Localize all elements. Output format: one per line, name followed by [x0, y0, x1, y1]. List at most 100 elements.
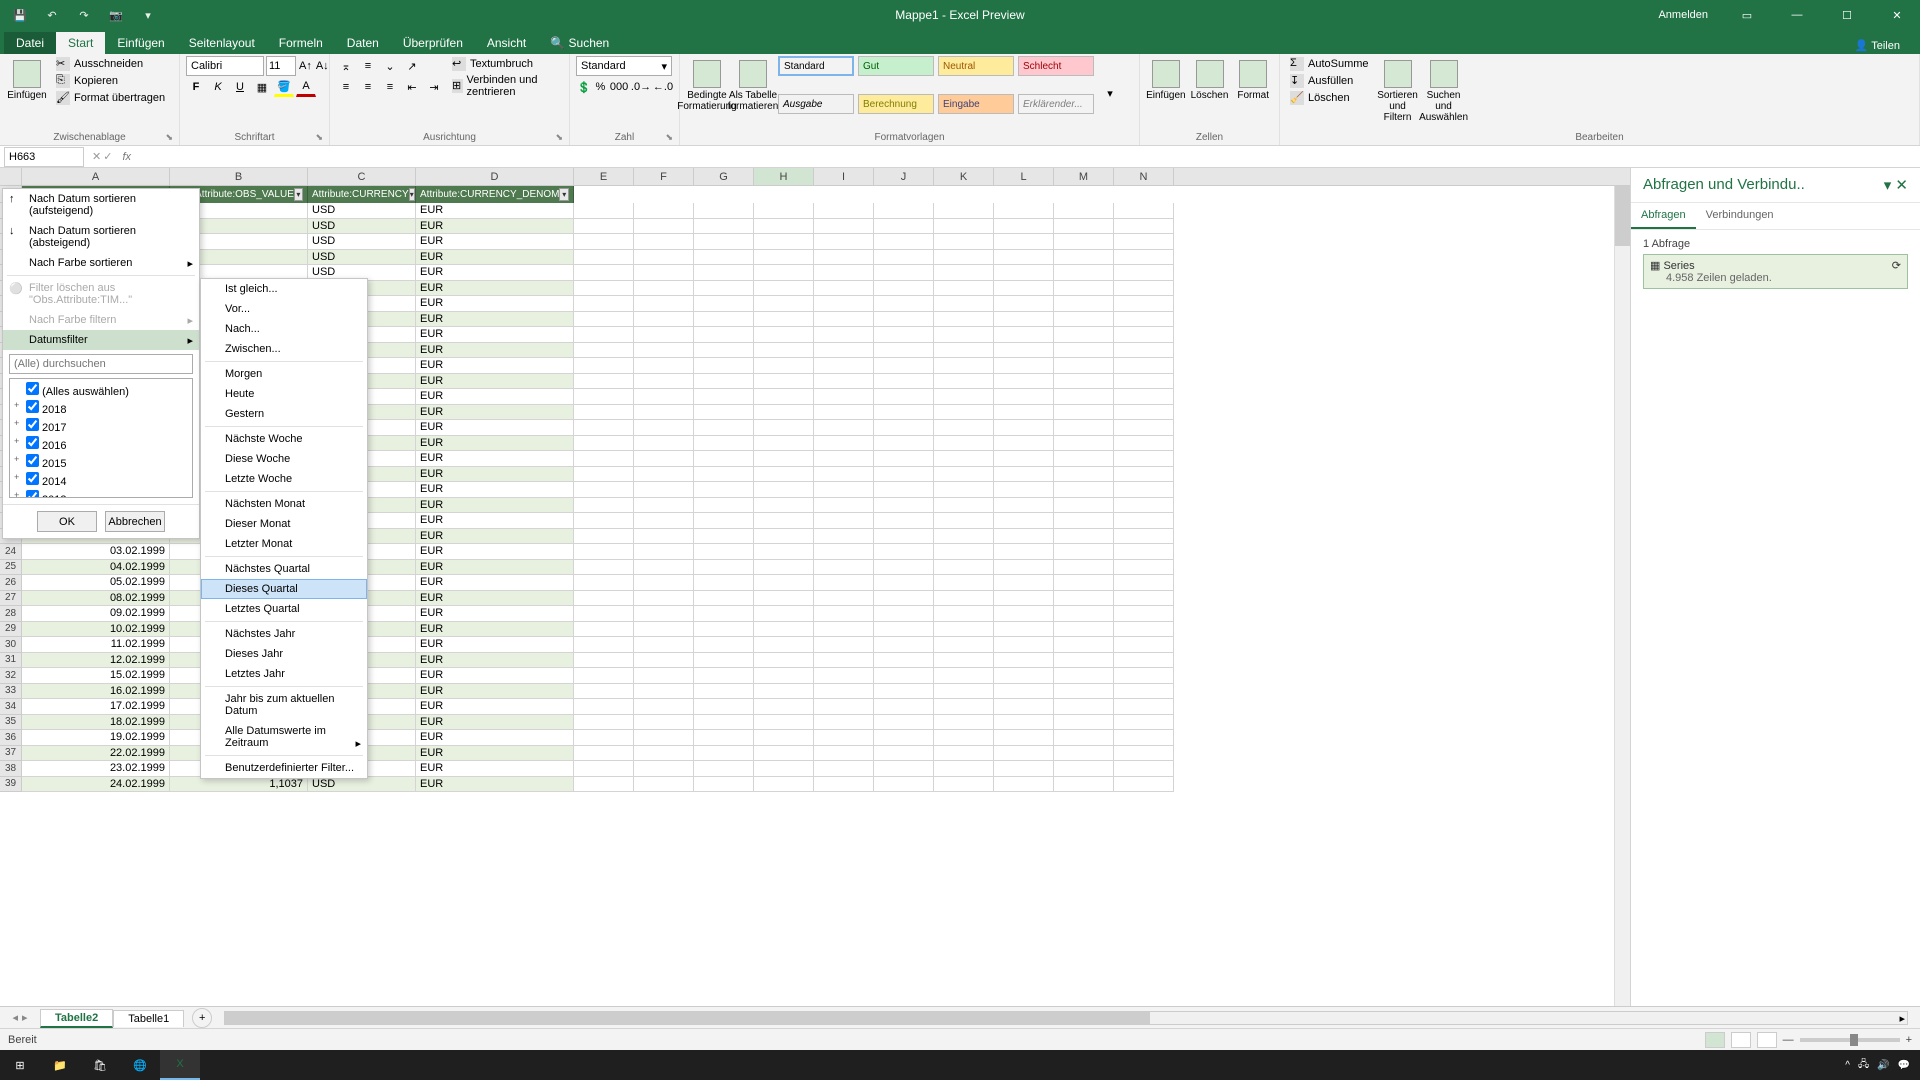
cell[interactable]	[1054, 234, 1114, 250]
zoom-slider[interactable]	[1800, 1038, 1900, 1042]
cell[interactable]	[634, 699, 694, 715]
cell[interactable]	[1114, 327, 1174, 343]
cell[interactable]: 11.02.1999	[22, 637, 170, 653]
cell[interactable]	[934, 281, 994, 297]
cell[interactable]	[694, 746, 754, 762]
cell[interactable]	[1054, 405, 1114, 421]
name-box[interactable]: H663	[4, 147, 84, 167]
cell[interactable]	[874, 529, 934, 545]
cell[interactable]	[754, 498, 814, 514]
cell[interactable]	[694, 699, 754, 715]
cell[interactable]	[694, 761, 754, 777]
qat-camera-icon[interactable]: 📷	[104, 3, 128, 27]
cell[interactable]: EUR	[416, 374, 574, 390]
cell[interactable]	[994, 777, 1054, 793]
cell-styles-gallery[interactable]: Standard Gut Neutral Schlecht Ausgabe Be…	[778, 56, 1096, 130]
col-header[interactable]: A	[22, 168, 170, 185]
cell[interactable]	[814, 296, 874, 312]
cell[interactable]: EUR	[416, 777, 574, 793]
taskbar-excel-icon[interactable]: X	[160, 1050, 200, 1080]
cell[interactable]	[994, 405, 1054, 421]
cell[interactable]	[754, 389, 814, 405]
cell[interactable]	[1054, 668, 1114, 684]
cell[interactable]: EUR	[416, 312, 574, 328]
qat-undo-icon[interactable]: ↶	[40, 3, 64, 27]
row-header[interactable]: 38	[0, 761, 22, 777]
minimize-button[interactable]: —	[1774, 0, 1820, 30]
cell[interactable]	[634, 343, 694, 359]
cell[interactable]	[754, 544, 814, 560]
taskbar-edge-icon[interactable]: 🌐	[120, 1050, 160, 1080]
cell[interactable]	[934, 653, 994, 669]
cell[interactable]	[994, 358, 1054, 374]
cell[interactable]	[574, 529, 634, 545]
cell[interactable]	[1054, 637, 1114, 653]
cell[interactable]	[754, 653, 814, 669]
cell[interactable]	[754, 699, 814, 715]
cell[interactable]	[634, 219, 694, 235]
cell[interactable]	[814, 389, 874, 405]
cell[interactable]	[694, 606, 754, 622]
cell[interactable]	[1054, 265, 1114, 281]
cell[interactable]	[574, 513, 634, 529]
cell[interactable]	[1054, 699, 1114, 715]
format-cells-button[interactable]: Format	[1233, 56, 1273, 130]
cell[interactable]	[994, 467, 1054, 483]
col-header[interactable]: F	[634, 168, 694, 185]
sheet-tab-active[interactable]: Tabelle2	[40, 1009, 113, 1028]
align-left-icon[interactable]: ≡	[336, 77, 356, 97]
cell[interactable]	[814, 715, 874, 731]
cell[interactable]	[634, 746, 694, 762]
number-launcher-icon[interactable]: ⬊	[665, 132, 673, 143]
cell[interactable]	[994, 265, 1054, 281]
submenu-item[interactable]: Zwischen...	[201, 339, 367, 359]
cell[interactable]: 22.02.1999	[22, 746, 170, 762]
cell[interactable]	[874, 498, 934, 514]
cell[interactable]	[634, 420, 694, 436]
cell[interactable]	[934, 358, 994, 374]
submenu-item[interactable]: Diese Woche	[201, 449, 367, 469]
cell[interactable]	[754, 234, 814, 250]
cell[interactable]	[754, 467, 814, 483]
cell[interactable]	[934, 684, 994, 700]
cell[interactable]	[1114, 467, 1174, 483]
row-header[interactable]: 27	[0, 591, 22, 607]
cell[interactable]: EUR	[416, 699, 574, 715]
cell[interactable]	[694, 529, 754, 545]
cell[interactable]	[874, 761, 934, 777]
tray-volume-icon[interactable]: 🔊	[1877, 1060, 1889, 1071]
cell[interactable]	[994, 482, 1054, 498]
cell[interactable]	[874, 296, 934, 312]
cell[interactable]	[754, 482, 814, 498]
percent-icon[interactable]: %	[594, 77, 607, 97]
ribbon-options-icon[interactable]: ▭	[1724, 0, 1770, 30]
add-sheet-button[interactable]: +	[192, 1008, 212, 1028]
cell[interactable]	[634, 668, 694, 684]
cell[interactable]	[634, 575, 694, 591]
italic-button[interactable]: K	[208, 77, 228, 97]
cell[interactable]: EUR	[416, 343, 574, 359]
cell[interactable]	[814, 560, 874, 576]
cell[interactable]	[814, 529, 874, 545]
cell[interactable]	[694, 312, 754, 328]
cell[interactable]	[694, 343, 754, 359]
taskbar-explorer-icon[interactable]: 📁	[40, 1050, 80, 1080]
cell[interactable]	[694, 560, 754, 576]
align-center-icon[interactable]: ≡	[358, 77, 378, 97]
cell[interactable]: EUR	[416, 529, 574, 545]
cell[interactable]	[874, 575, 934, 591]
cell[interactable]	[754, 513, 814, 529]
cell[interactable]: 10.02.1999	[22, 622, 170, 638]
cell[interactable]: EUR	[416, 250, 574, 266]
cell[interactable]	[574, 591, 634, 607]
fx-icon[interactable]: fx	[116, 151, 137, 163]
cell[interactable]	[574, 730, 634, 746]
tab-verbindungen[interactable]: Verbindungen	[1696, 203, 1784, 229]
cell[interactable]	[934, 529, 994, 545]
sort-desc-item[interactable]: ↓Nach Datum sortieren (absteigend)	[3, 221, 199, 253]
cell[interactable]: 15.02.1999	[22, 668, 170, 684]
wrap-text-button[interactable]: ↩Textumbruch	[448, 56, 563, 72]
cell[interactable]	[754, 265, 814, 281]
cell[interactable]: EUR	[416, 467, 574, 483]
cell[interactable]: 19.02.1999	[22, 730, 170, 746]
